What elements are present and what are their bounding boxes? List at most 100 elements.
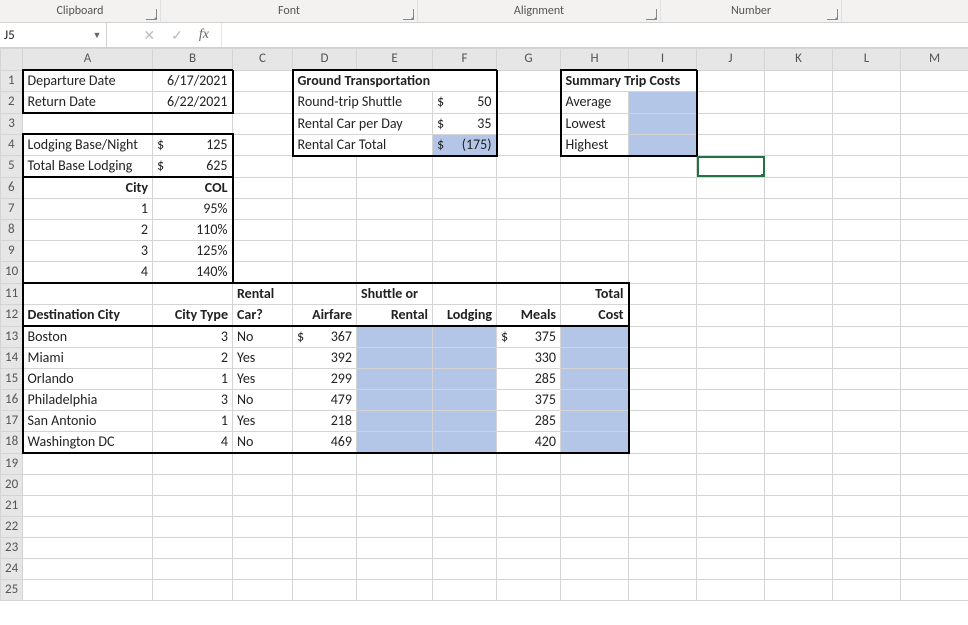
col-header[interactable]: D xyxy=(293,49,357,71)
cell[interactable]: Yes xyxy=(233,369,293,390)
row-header[interactable]: 4 xyxy=(1,134,23,156)
cell[interactable]: Airfare xyxy=(293,305,357,327)
row-header[interactable]: 11 xyxy=(1,283,23,305)
cell[interactable] xyxy=(629,92,697,114)
cell[interactable]: Rental xyxy=(357,305,433,327)
col-header[interactable]: C xyxy=(233,49,293,71)
cell[interactable]: 469 xyxy=(293,432,357,454)
cell[interactable]: City Type xyxy=(153,305,233,327)
cell[interactable]: 4 xyxy=(23,262,153,284)
cell[interactable]: 2 xyxy=(153,348,233,369)
cell[interactable]: 285 xyxy=(497,411,561,432)
spreadsheet-grid[interactable]: A B C D E F G H I J K L M 1 Departure Da… xyxy=(0,48,968,625)
cell[interactable] xyxy=(433,390,497,411)
name-box[interactable]: J5 ▼ xyxy=(0,23,107,47)
cell[interactable]: Washington DC xyxy=(23,432,153,454)
cell[interactable] xyxy=(561,411,629,432)
cell[interactable] xyxy=(433,283,497,305)
cell[interactable]: 1 xyxy=(23,199,153,220)
cell[interactable]: Lowest xyxy=(561,113,629,134)
cell[interactable] xyxy=(357,432,433,454)
cell[interactable] xyxy=(561,348,629,369)
cell[interactable]: 3 xyxy=(153,390,233,411)
cell[interactable]: City xyxy=(23,177,153,199)
cell[interactable] xyxy=(561,369,629,390)
cell[interactable] xyxy=(357,348,433,369)
row-header[interactable]: 3 xyxy=(1,113,23,134)
row-header[interactable]: 16 xyxy=(1,390,23,411)
cell[interactable]: 95% xyxy=(153,199,233,220)
cell[interactable]: Rental Car per Day xyxy=(293,113,433,134)
cell[interactable]: 3 xyxy=(23,241,153,262)
cell[interactable] xyxy=(433,369,497,390)
cell[interactable] xyxy=(433,411,497,432)
cell[interactable]: No xyxy=(233,326,293,348)
cell[interactable]: $625 xyxy=(153,156,233,178)
select-all-corner[interactable] xyxy=(1,49,23,71)
cell[interactable]: 479 xyxy=(293,390,357,411)
col-header[interactable]: F xyxy=(433,49,497,71)
cell[interactable]: 1 xyxy=(153,369,233,390)
cell[interactable]: 125% xyxy=(153,241,233,262)
cell[interactable] xyxy=(561,326,629,348)
row-header[interactable]: 19 xyxy=(1,453,23,474)
col-header[interactable]: M xyxy=(901,49,968,71)
cell[interactable]: Average xyxy=(561,92,629,114)
cell[interactable] xyxy=(433,348,497,369)
cell[interactable] xyxy=(697,70,765,92)
dialog-launcher-icon[interactable] xyxy=(403,9,414,20)
cell[interactable]: Lodging Base/Night xyxy=(23,134,153,156)
cell[interactable]: Car? xyxy=(233,305,293,327)
cell[interactable]: San Antonio xyxy=(23,411,153,432)
cell[interactable] xyxy=(23,283,153,305)
cell[interactable]: 3 xyxy=(153,326,233,348)
col-header[interactable]: E xyxy=(357,49,433,71)
cell[interactable] xyxy=(233,70,293,92)
cell[interactable]: 2 xyxy=(23,220,153,241)
cell[interactable] xyxy=(357,326,433,348)
dialog-launcher-icon[interactable] xyxy=(827,9,838,20)
cell[interactable]: $(175) xyxy=(433,134,497,156)
cell[interactable]: 1 xyxy=(153,411,233,432)
cell[interactable]: Total Base Lodging xyxy=(23,156,153,178)
cell[interactable]: Rental Car Total xyxy=(293,134,433,156)
cell[interactable]: Yes xyxy=(233,348,293,369)
col-header[interactable]: J xyxy=(697,49,765,71)
cell[interactable]: $50 xyxy=(433,92,497,114)
row-header[interactable]: 9 xyxy=(1,241,23,262)
cell[interactable]: Miami xyxy=(23,348,153,369)
cell[interactable] xyxy=(497,92,561,114)
cell[interactable]: Total xyxy=(561,283,629,305)
row-header[interactable]: 10 xyxy=(1,262,23,284)
row-header[interactable]: 21 xyxy=(1,495,23,516)
cell[interactable]: 392 xyxy=(293,348,357,369)
row-header[interactable]: 15 xyxy=(1,369,23,390)
cell[interactable]: 299 xyxy=(293,369,357,390)
row-header[interactable]: 18 xyxy=(1,432,23,454)
cell[interactable]: Meals xyxy=(497,305,561,327)
cell[interactable] xyxy=(357,411,433,432)
cell[interactable]: Ground Transportation xyxy=(293,70,497,92)
row-header[interactable]: 5 xyxy=(1,156,23,178)
row-header[interactable]: 22 xyxy=(1,516,23,537)
cell[interactable]: $375 xyxy=(497,326,561,348)
cell[interactable]: No xyxy=(233,432,293,454)
cell[interactable] xyxy=(497,283,561,305)
col-header[interactable]: H xyxy=(561,49,629,71)
cell[interactable]: 4 xyxy=(153,432,233,454)
cell[interactable] xyxy=(561,390,629,411)
cell[interactable]: $125 xyxy=(153,134,233,156)
cell[interactable]: 375 xyxy=(497,390,561,411)
col-header[interactable]: A xyxy=(23,49,153,71)
cell[interactable]: 140% xyxy=(153,262,233,284)
cell[interactable]: $367 xyxy=(293,326,357,348)
cell[interactable] xyxy=(629,134,697,156)
cell[interactable] xyxy=(23,113,153,134)
cell[interactable]: No xyxy=(233,390,293,411)
chevron-down-icon[interactable]: ▼ xyxy=(92,30,102,41)
row-header[interactable]: 17 xyxy=(1,411,23,432)
cell[interactable]: Orlando xyxy=(23,369,153,390)
cell[interactable]: COL xyxy=(153,177,233,199)
col-header[interactable]: K xyxy=(765,49,833,71)
cell[interactable]: Lodging xyxy=(433,305,497,327)
